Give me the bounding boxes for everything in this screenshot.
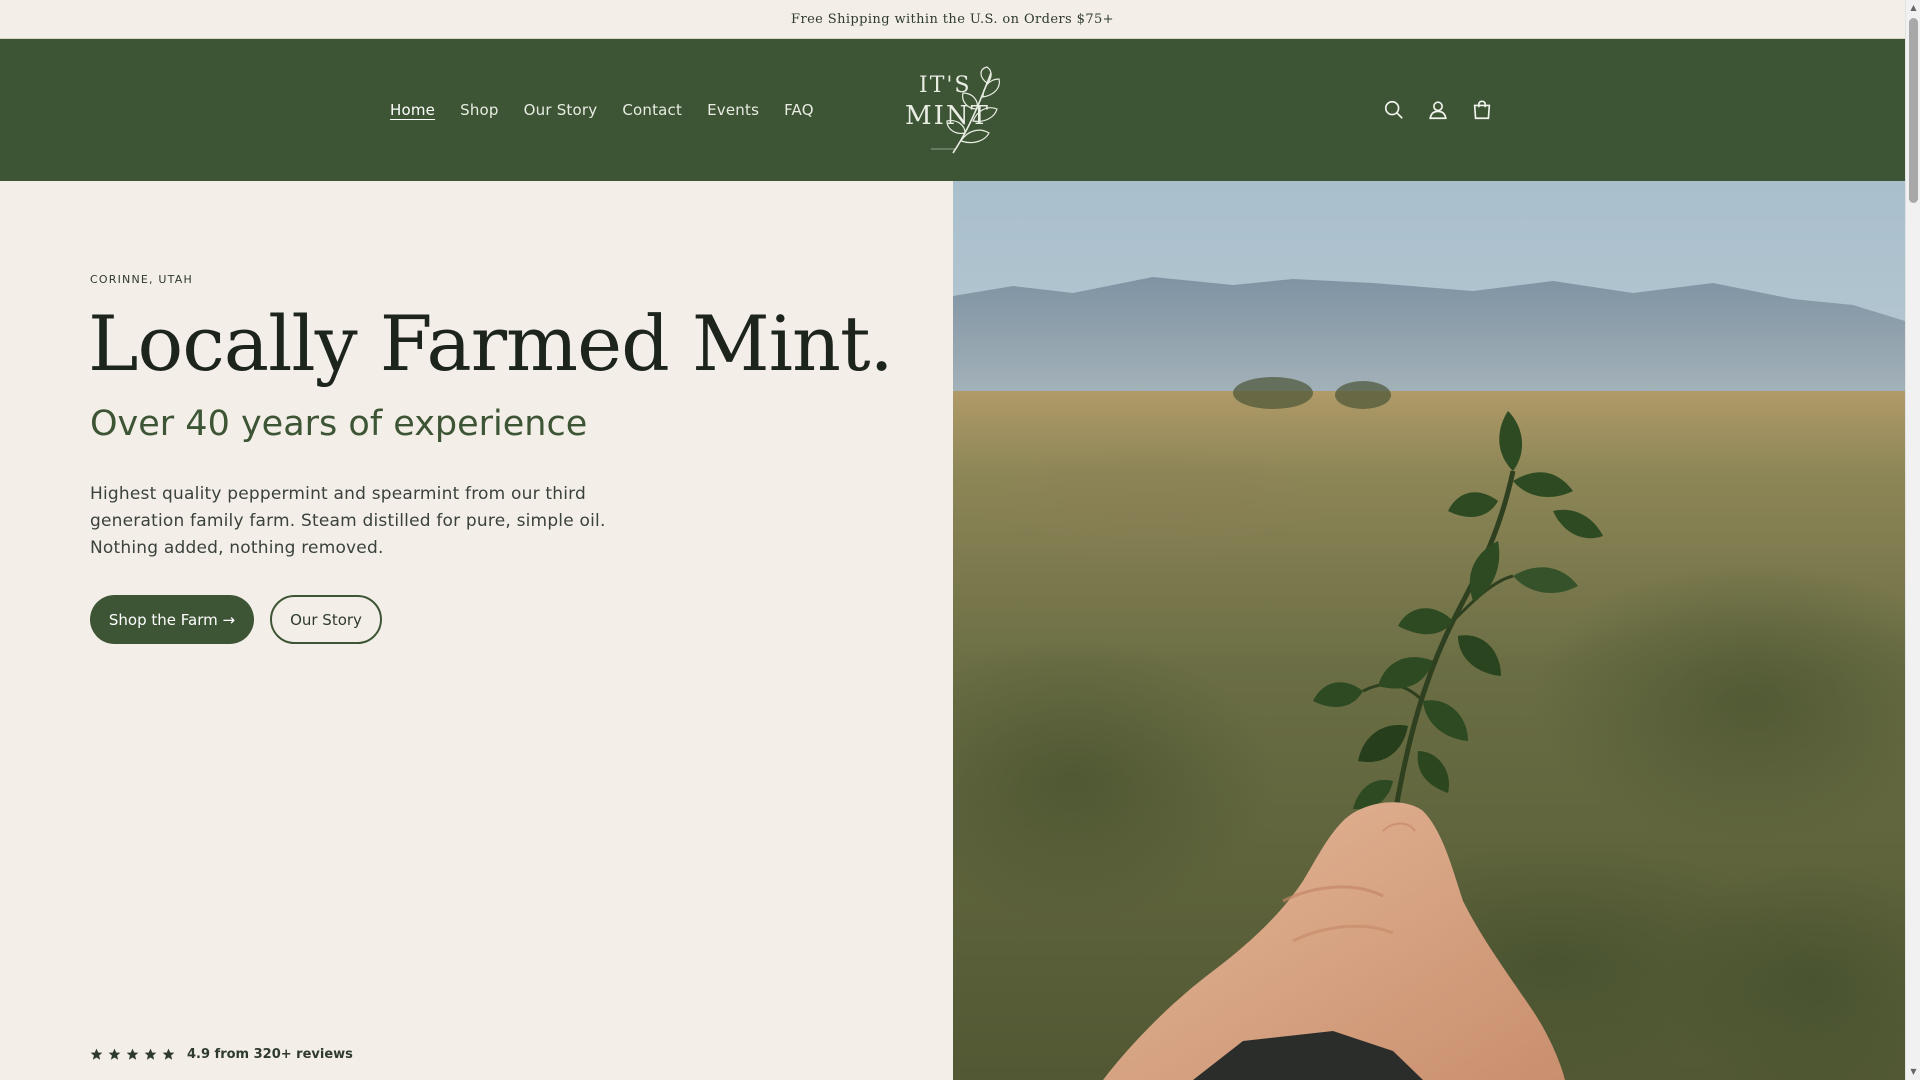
mint-field-photo: [953, 181, 1905, 1080]
search-icon[interactable]: [1382, 98, 1406, 122]
scroll-thumb[interactable]: [1909, 18, 1918, 203]
cart-icon[interactable]: [1470, 98, 1494, 122]
hero-description: Highest quality peppermint and spearmint…: [90, 484, 606, 558]
scroll-down-arrow[interactable]: ▼: [1909, 1067, 1918, 1077]
star-icon: [126, 1048, 139, 1060]
star-icon: [144, 1048, 157, 1060]
hero-image: [953, 181, 1905, 1080]
announcement-text: Free Shipping within the U.S. on Orders …: [791, 11, 1114, 27]
mint-sprig-icon: [931, 66, 1000, 154]
scroll-up-arrow[interactable]: ▲: [1909, 3, 1918, 13]
header-icons: [1382, 39, 1494, 181]
hero-subtitle: Over 40 years of experience: [90, 404, 588, 444]
shop-the-farm-button[interactable]: Shop the Farm →: [90, 595, 254, 644]
nav-contact[interactable]: Contact: [622, 101, 682, 119]
nav-events[interactable]: Events: [707, 101, 759, 119]
nav-home[interactable]: Home: [390, 101, 435, 119]
nav-faq[interactable]: FAQ: [784, 101, 814, 119]
hero-content: CORINNE, UTAH Locally Farmed Mint. Over …: [0, 181, 953, 1080]
star-icon: [162, 1048, 175, 1060]
rating-text: 4.9 from 320+ reviews: [187, 1047, 353, 1062]
rating-summary: 4.9 from 320+ reviews: [90, 1047, 353, 1062]
hero-eyebrow: CORINNE, UTAH: [90, 273, 193, 286]
announcement-bar: Free Shipping within the U.S. on Orders …: [0, 0, 1905, 39]
star-icon: [108, 1048, 121, 1060]
nav-our-story[interactable]: Our Story: [524, 101, 598, 119]
account-icon[interactable]: [1426, 98, 1450, 122]
main-nav: Home Shop Our Story Contact Events FAQ: [390, 39, 839, 181]
site-logo[interactable]: IT'S MINT: [895, 65, 1013, 157]
page-scrollbar[interactable]: ▲ ▼: [1905, 0, 1920, 1080]
nav-shop[interactable]: Shop: [460, 101, 499, 119]
site-header: Home Shop Our Story Contact Events FAQ I…: [0, 39, 1905, 181]
rating-stars: [90, 1048, 175, 1061]
our-story-button[interactable]: Our Story: [270, 595, 382, 644]
hero-title: Locally Farmed Mint.: [88, 299, 894, 388]
star-icon: [90, 1048, 103, 1060]
